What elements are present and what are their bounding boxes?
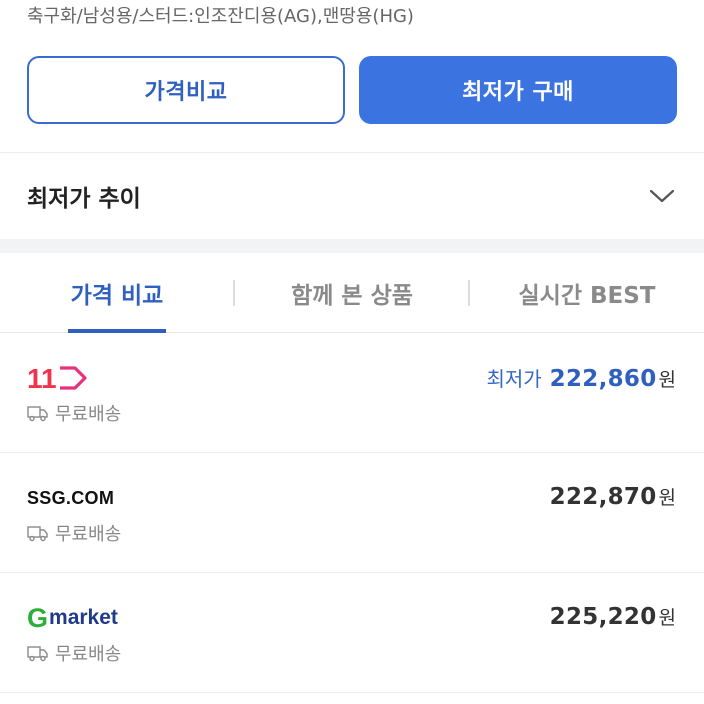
tab-realtime-best[interactable]: 실시간 BEST xyxy=(500,253,674,333)
price-info: 222,870 원 xyxy=(550,483,676,510)
price-value: 222,870 xyxy=(549,484,657,510)
11st-logo: 11 xyxy=(27,361,89,395)
gmarket-logo-g: G xyxy=(27,602,49,633)
free-shipping-info: 무료배송 xyxy=(27,520,121,546)
free-shipping-info: 무료배송 xyxy=(27,400,121,426)
tab-divider xyxy=(468,280,470,306)
price-value: 222,860 xyxy=(549,366,657,392)
gmarket-logo: Gmarket xyxy=(27,601,118,635)
price-value: 225,220 xyxy=(549,604,657,630)
section-spacer xyxy=(0,239,704,253)
tab-bar: 가격 비교 함께 본 상품 실시간 BEST xyxy=(0,253,704,333)
eleven-st-logo-text: 11 xyxy=(27,363,57,393)
currency-unit: 원 xyxy=(658,369,676,391)
price-compare-button[interactable]: 가격비교 xyxy=(27,56,345,124)
price-trend-title: 최저가 추이 xyxy=(27,186,141,212)
shop-row-ssg[interactable]: SSG.COM 무료배송 222,870 원 xyxy=(0,453,704,573)
price-info: 최저가 222,860 원 xyxy=(486,363,676,392)
currency-unit: 원 xyxy=(658,607,676,629)
truck-icon xyxy=(27,526,48,542)
tab-price-compare[interactable]: 가격 비교 xyxy=(68,253,166,333)
product-spec-text: 축구화/남성용/스터드:인조잔디용(AG),맨땅용(HG) xyxy=(27,6,414,27)
truck-icon xyxy=(27,646,48,662)
shipping-label: 무료배송 xyxy=(55,644,122,665)
free-shipping-info: 무료배송 xyxy=(27,640,121,666)
shop-row-gmarket[interactable]: Gmarket 무료배송 225,220 원 xyxy=(0,573,704,693)
buy-lowest-button[interactable]: 최저가 구매 xyxy=(359,56,677,124)
product-price-page: 축구화/남성용/스터드:인조잔디용(AG),맨땅용(HG) 가격비교 최저가 구… xyxy=(0,0,704,704)
price-trend-toggle[interactable]: 최저가 추이 xyxy=(0,153,704,239)
eleven-st-logo-mark: 11 xyxy=(27,363,87,393)
shipping-label: 무료배송 xyxy=(55,524,122,545)
tab-viewed-together[interactable]: 함께 본 상품 xyxy=(270,253,434,333)
chevron-down-icon xyxy=(649,189,675,203)
currency-unit: 원 xyxy=(658,487,676,509)
lowest-price-label: 최저가 xyxy=(486,367,542,391)
ssg-logo-text: SSG.COM xyxy=(27,487,115,508)
gmarket-logo-text: Gmarket xyxy=(27,603,118,634)
shop-row-11st[interactable]: 11 무료배송 최저가 222,860 원 xyxy=(0,333,704,453)
price-info: 225,220 원 xyxy=(550,603,676,630)
shipping-label: 무료배송 xyxy=(55,404,122,425)
gmarket-logo-rest: market xyxy=(49,606,118,629)
truck-icon xyxy=(27,406,48,422)
ssg-logo: SSG.COM xyxy=(27,481,114,515)
tab-divider xyxy=(233,280,235,306)
